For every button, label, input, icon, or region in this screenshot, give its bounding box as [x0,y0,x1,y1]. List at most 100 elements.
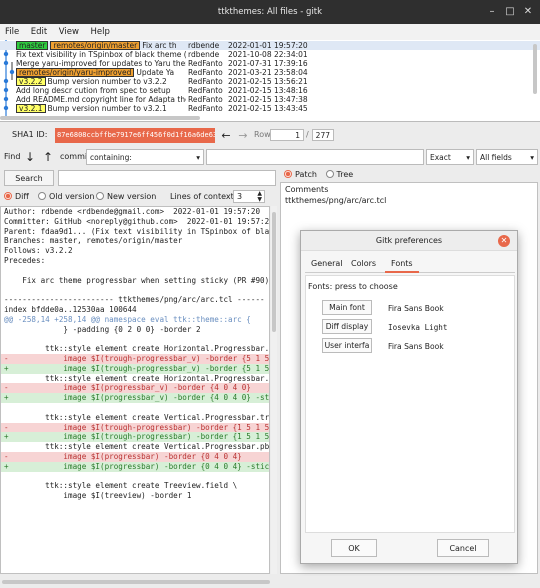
find-scope-select[interactable]: All fields ▾ [476,149,538,165]
bottom-scroll-thumb[interactable] [2,580,270,584]
commit-date: 2021-02-15 13:56:21 [228,77,308,86]
diff-line: image $I(treeview) -border 1 [4,491,192,501]
search-input[interactable] [58,170,276,186]
window-title: ttkthemes: All files - gitk [217,7,323,17]
diff-scrollbar[interactable] [271,206,277,574]
ui-font-value: Fira Sans Book [388,342,444,351]
menu-edit[interactable]: Edit [26,24,51,37]
diff-line [1,472,269,482]
diff-line: index bfdde0a..12530aa 100644 [4,304,137,314]
tab-colors[interactable]: Colors [351,259,376,268]
commit-date: 2022-01-01 19:57:20 [228,41,308,50]
file-list-item[interactable]: ttkthemes/png/arc/arc.tcl [281,196,537,205]
ref-tag: v3.2.1 [16,104,46,113]
commit-row[interactable]: Add long descr cution from spec to setup… [0,86,540,95]
ref-tag: master [16,41,49,50]
diff-line: - image $I(trough-progressbar_v) -border… [1,353,269,364]
find-down-icon[interactable]: ↓ [22,148,38,166]
chevron-down-icon: ▾ [466,153,470,162]
diff-radio[interactable]: Diff [4,192,29,201]
old-version-radio[interactable]: Old version [38,192,94,201]
back-icon[interactable]: ← [218,127,234,145]
diff-line: ttk::style element create Horizontal.Pro… [4,373,269,383]
commit-date: 2021-07-31 17:39:16 [228,59,308,68]
commit-row[interactable]: master remotes/origin/master Fix arc th rdb… [0,41,540,50]
diff-view[interactable]: Author: rdbende <rdbende@gmail.com> 2022… [0,206,270,574]
diff-line: - image $I(trough-progressbar) -border {… [1,422,269,433]
new-version-label: New version [107,192,157,201]
context-spinner[interactable]: 3 ▲ ▼ [233,190,265,203]
view-options: Patch Tree [284,170,353,179]
ok-button[interactable]: OK [331,539,377,557]
sha-field[interactable]: 87e6808ccbffbe7917e6ff456f0d1f16a6de638 [55,128,215,143]
main-font-button[interactable]: Main font [322,300,372,315]
row-total: 277 [312,129,334,141]
diff-line: Parent: fdaa9d1... (Fix text visibility … [4,226,269,236]
new-version-radio[interactable]: New version [96,192,156,201]
dialog-tabs: General Colors Fonts [305,255,515,273]
title-bar: ttkthemes: All files - gitk – □ ✕ [0,0,540,24]
find-match-select[interactable]: Exact ▾ [426,149,474,165]
find-field-select[interactable]: containing: ▾ [86,149,204,165]
commit-row[interactable]: remotes/origin/yaru-improved Update Ya Red… [0,68,540,77]
commit-row[interactable]: v3.2.2 Bump version number to v3.2.2 RedFa… [0,77,540,86]
find-scope-value: All fields [480,153,512,162]
commit-message: v3.2.1 Bump version number to v3.2.1 [16,104,186,113]
find-up-icon[interactable]: ↑ [40,148,56,166]
maximize-icon[interactable]: □ [502,4,518,20]
menu-file[interactable]: File [0,24,23,37]
history-vscroll[interactable] [533,44,537,94]
search-button[interactable]: Search [4,170,54,186]
old-version-label: Old version [49,192,95,201]
commit-message: v3.2.2 Bump version number to v3.2.2 [16,77,186,86]
close-icon[interactable]: ✕ [520,4,536,20]
commit-row[interactable]: Merge yaru-improved for updates to Yaru … [0,59,540,68]
context-value: 3 [237,192,243,201]
ui-font-button[interactable]: User interfa [322,338,372,353]
commit-author: RedFanto [188,68,223,77]
file-list-header[interactable]: Comments [281,183,537,196]
find-input[interactable] [206,149,424,165]
diff-line: ttk::style element create Horizontal.Pro… [45,344,269,354]
ref-tag: v3.2.2 [16,77,46,86]
minimize-icon[interactable]: – [484,4,500,20]
tree-radio[interactable]: Tree [325,170,354,179]
commit-author: RedFanto [188,77,223,86]
diff-line [1,266,269,276]
diff-line [1,334,269,344]
diff-radio-label: Diff [15,192,29,201]
preferences-dialog: Gitk preferences ✕ General Colors Fonts … [300,230,518,564]
row-separator: / [306,130,309,139]
commit-message: Add long descr cution from spec to setup [16,86,171,95]
commit-author: RedFanto [188,86,223,95]
commit-date: 2021-02-15 13:48:16 [228,86,308,95]
menu-view[interactable]: View [54,24,83,37]
diff-line: ------------------------ ttkthemes/png/a… [4,295,265,305]
commit-row[interactable]: Fix text visibility in TSpinbox of black… [0,50,540,59]
diff-font-button[interactable]: Diff display [322,319,372,334]
bottom-scrollbar[interactable] [0,576,540,588]
tree-label: Tree [336,170,354,179]
diff-line: Precedes: [4,255,46,265]
diff-line: Committer: GitHub <noreply@github.com> 2… [4,216,269,226]
tab-fonts[interactable]: Fonts [391,259,413,268]
commit-author: RedFanto [188,95,223,104]
chevron-down-icon: ▾ [196,153,200,162]
commit-row[interactable]: Add README.md copyright line for Adapta … [0,95,540,104]
commit-author: RedFanto [188,104,223,113]
fonts-panel: Fonts: press to choose Main font Fira Sa… [305,275,515,533]
cancel-button[interactable]: Cancel [437,539,489,557]
forward-icon[interactable]: → [235,127,251,145]
history-scrollbar[interactable] [0,116,200,120]
commit-message: Fix text visibility in TSpinbox of black… [16,50,186,59]
menu-help[interactable]: Help [86,24,114,37]
commit-row[interactable]: v3.2.1 Bump version number to v3.2.1 RedFa… [0,104,540,113]
patch-radio[interactable]: Patch [284,170,317,179]
active-tab-indicator [385,271,419,273]
tab-general[interactable]: General [311,259,343,268]
commit-author: rdbende [188,50,220,59]
dialog-close-icon[interactable]: ✕ [498,235,510,247]
diff-scroll-thumb[interactable] [272,212,276,332]
context-label: Lines of context: [170,192,237,201]
fonts-heading: Fonts: press to choose [308,282,398,291]
